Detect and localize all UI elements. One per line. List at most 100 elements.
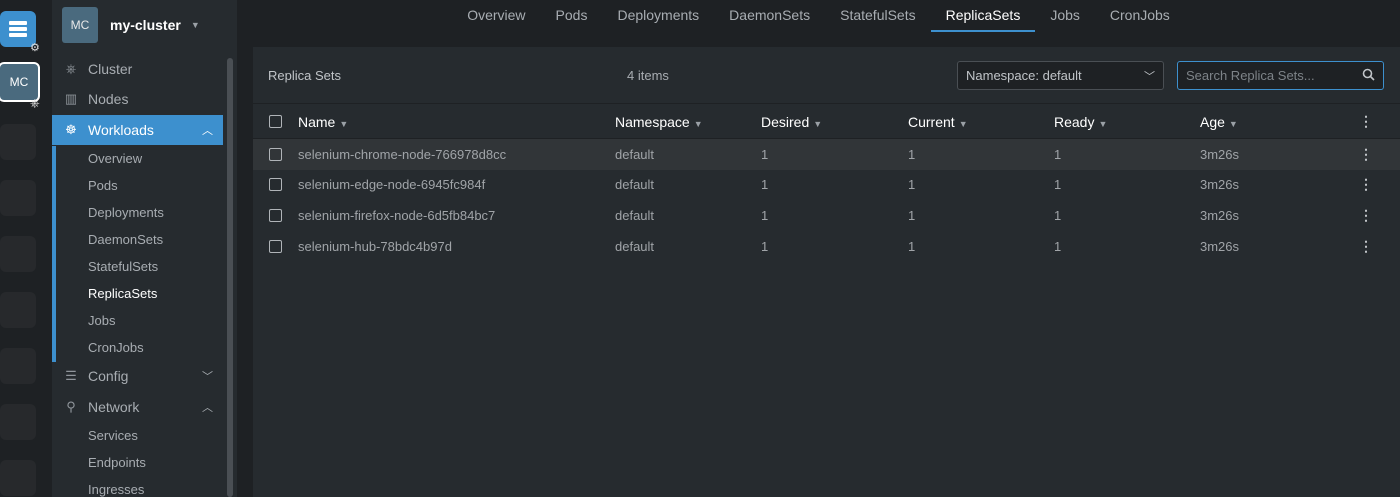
active-section-indicator	[52, 146, 56, 362]
cell-ready: 1	[1054, 239, 1062, 254]
hotbar-slot[interactable]	[0, 180, 36, 216]
tab-statefulsets[interactable]: StatefulSets	[825, 0, 931, 32]
row-menu-icon[interactable]: ⋮	[1359, 207, 1373, 224]
sidebar-item-nodes[interactable]: ▥ Nodes	[52, 84, 223, 114]
sidebar: MC my-cluster ▼ ⎈ Cluster ▥ Nodes ☸ Work…	[52, 0, 237, 497]
columns-menu-icon[interactable]: ⋮	[1359, 113, 1373, 130]
column-header-age[interactable]: Age ▼	[1200, 114, 1238, 130]
item-count: 4 items	[627, 67, 669, 83]
hotbar-slot[interactable]	[0, 460, 36, 496]
chevron-down-icon: ﹀	[1144, 70, 1155, 83]
sidebar-item-label: Cluster	[88, 61, 133, 77]
sidebar-scrollbar[interactable]	[227, 58, 233, 497]
hotbar-slot[interactable]	[0, 236, 36, 272]
sidebar-subitem-services[interactable]: Services	[88, 422, 138, 448]
tab-daemonsets[interactable]: DaemonSets	[714, 0, 825, 32]
sort-icon: ▼	[1228, 118, 1238, 129]
hotbar-slot[interactable]	[0, 124, 36, 160]
chevron-up-icon: ︿	[202, 402, 213, 414]
cell-namespace: default	[615, 239, 655, 254]
helm-badge-icon: ⎈	[30, 96, 40, 110]
sidebar-subitem-endpoints[interactable]: Endpoints	[88, 449, 146, 475]
nodes-icon: ▥	[64, 91, 78, 106]
column-header-ready[interactable]: Ready ▼	[1054, 114, 1107, 130]
hotbar-slot[interactable]	[0, 404, 36, 440]
sidebar-subitem-pods[interactable]: Pods	[88, 172, 118, 198]
namespace-select-value: Namespace: default	[966, 68, 1082, 83]
cell-current: 1	[908, 208, 916, 223]
column-header-namespace[interactable]: Namespace ▼	[615, 114, 703, 130]
sidebar-item-label: Config	[88, 368, 129, 384]
row-menu-icon[interactable]: ⋮	[1359, 146, 1373, 163]
hotbar-slot[interactable]	[0, 292, 36, 328]
sidebar-item-workloads[interactable]: ☸ Workloads ︿	[52, 115, 223, 145]
sidebar-subitem-cronjobs[interactable]: CronJobs	[88, 334, 144, 360]
sidebar-item-label: Workloads	[88, 122, 154, 138]
catalog-icon	[9, 21, 27, 37]
table-row[interactable]: selenium-hub-78bdc4b97d default 1 1 1 3m…	[253, 231, 1400, 262]
row-checkbox[interactable]	[269, 178, 282, 191]
tab-overview[interactable]: Overview	[452, 0, 540, 32]
sidebar-subitem-daemonsets[interactable]: DaemonSets	[88, 226, 163, 252]
cell-current: 1	[908, 239, 916, 254]
hotbar-slot[interactable]	[0, 348, 36, 384]
row-checkbox[interactable]	[269, 148, 282, 161]
column-header-name[interactable]: Name ▼	[298, 114, 348, 130]
cluster-header[interactable]: MC my-cluster ▼	[52, 0, 237, 50]
sidebar-subitem-overview[interactable]: Overview	[88, 145, 142, 171]
sidebar-item-cluster[interactable]: ⎈ Cluster	[52, 54, 223, 84]
cell-ready: 1	[1054, 208, 1062, 223]
sidebar-item-label: Network	[88, 399, 140, 415]
table-row[interactable]: selenium-firefox-node-6d5fb84bc7 default…	[253, 200, 1400, 231]
cell-age: 3m26s	[1200, 147, 1240, 162]
row-checkbox[interactable]	[269, 240, 282, 253]
sidebar-subitem-ingresses[interactable]: Ingresses	[88, 476, 144, 497]
helm-icon: ⎈	[65, 61, 77, 76]
row-menu-icon[interactable]: ⋮	[1359, 176, 1373, 193]
cluster-name: my-cluster	[110, 17, 181, 33]
cell-desired: 1	[761, 208, 769, 223]
cell-namespace: default	[615, 208, 655, 223]
cell-age: 3m26s	[1200, 208, 1240, 223]
row-menu-icon[interactable]: ⋮	[1359, 238, 1373, 255]
tab-jobs[interactable]: Jobs	[1035, 0, 1095, 32]
page-title: Replica Sets	[268, 67, 341, 83]
cell-name: selenium-edge-node-6945fc984f	[298, 177, 486, 192]
row-checkbox[interactable]	[269, 209, 282, 222]
sort-icon: ▼	[958, 118, 968, 129]
select-all-checkbox[interactable]	[269, 115, 282, 128]
namespace-select[interactable]: Namespace: default ﹀	[957, 61, 1164, 90]
sidebar-item-network[interactable]: ⚲ Network ︿	[52, 392, 223, 422]
cell-desired: 1	[761, 239, 769, 254]
cell-name: selenium-firefox-node-6d5fb84bc7	[298, 208, 496, 223]
search-input[interactable]	[1178, 68, 1348, 83]
sidebar-item-config[interactable]: ☰ Config ﹀	[52, 361, 223, 391]
cell-age: 3m26s	[1200, 239, 1240, 254]
tab-deployments[interactable]: Deployments	[602, 0, 714, 32]
cell-namespace: default	[615, 177, 655, 192]
table-row[interactable]: selenium-edge-node-6945fc984f default 1 …	[253, 169, 1400, 200]
list-icon: ☰	[65, 368, 77, 383]
sidebar-subitem-deployments[interactable]: Deployments	[88, 199, 164, 225]
tab-cronjobs[interactable]: CronJobs	[1095, 0, 1185, 32]
cell-namespace: default	[615, 147, 655, 162]
table-header: Name ▼ Namespace ▼ Desired ▼ Current ▼ Ready…	[253, 105, 1400, 139]
sidebar-subitem-statefulsets[interactable]: StatefulSets	[88, 253, 158, 279]
avatar: MC	[62, 7, 98, 43]
tab-pods[interactable]: Pods	[541, 0, 603, 32]
column-header-desired[interactable]: Desired ▼	[761, 114, 822, 130]
column-header-current[interactable]: Current ▼	[908, 114, 968, 130]
network-icon: ⚲	[66, 399, 76, 414]
cell-current: 1	[908, 147, 916, 162]
table-row[interactable]: selenium-chrome-node-766978d8cc default …	[253, 139, 1400, 170]
cell-ready: 1	[1054, 177, 1062, 192]
search-box[interactable]	[1177, 61, 1384, 90]
cell-age: 3m26s	[1200, 177, 1240, 192]
cell-ready: 1	[1054, 147, 1062, 162]
cell-current: 1	[908, 177, 916, 192]
tab-replicasets[interactable]: ReplicaSets	[930, 0, 1036, 32]
cell-desired: 1	[761, 177, 769, 192]
sidebar-subitem-jobs[interactable]: Jobs	[88, 307, 115, 333]
cell-name: selenium-hub-78bdc4b97d	[298, 239, 452, 254]
sidebar-subitem-replicasets[interactable]: ReplicaSets	[88, 280, 157, 306]
